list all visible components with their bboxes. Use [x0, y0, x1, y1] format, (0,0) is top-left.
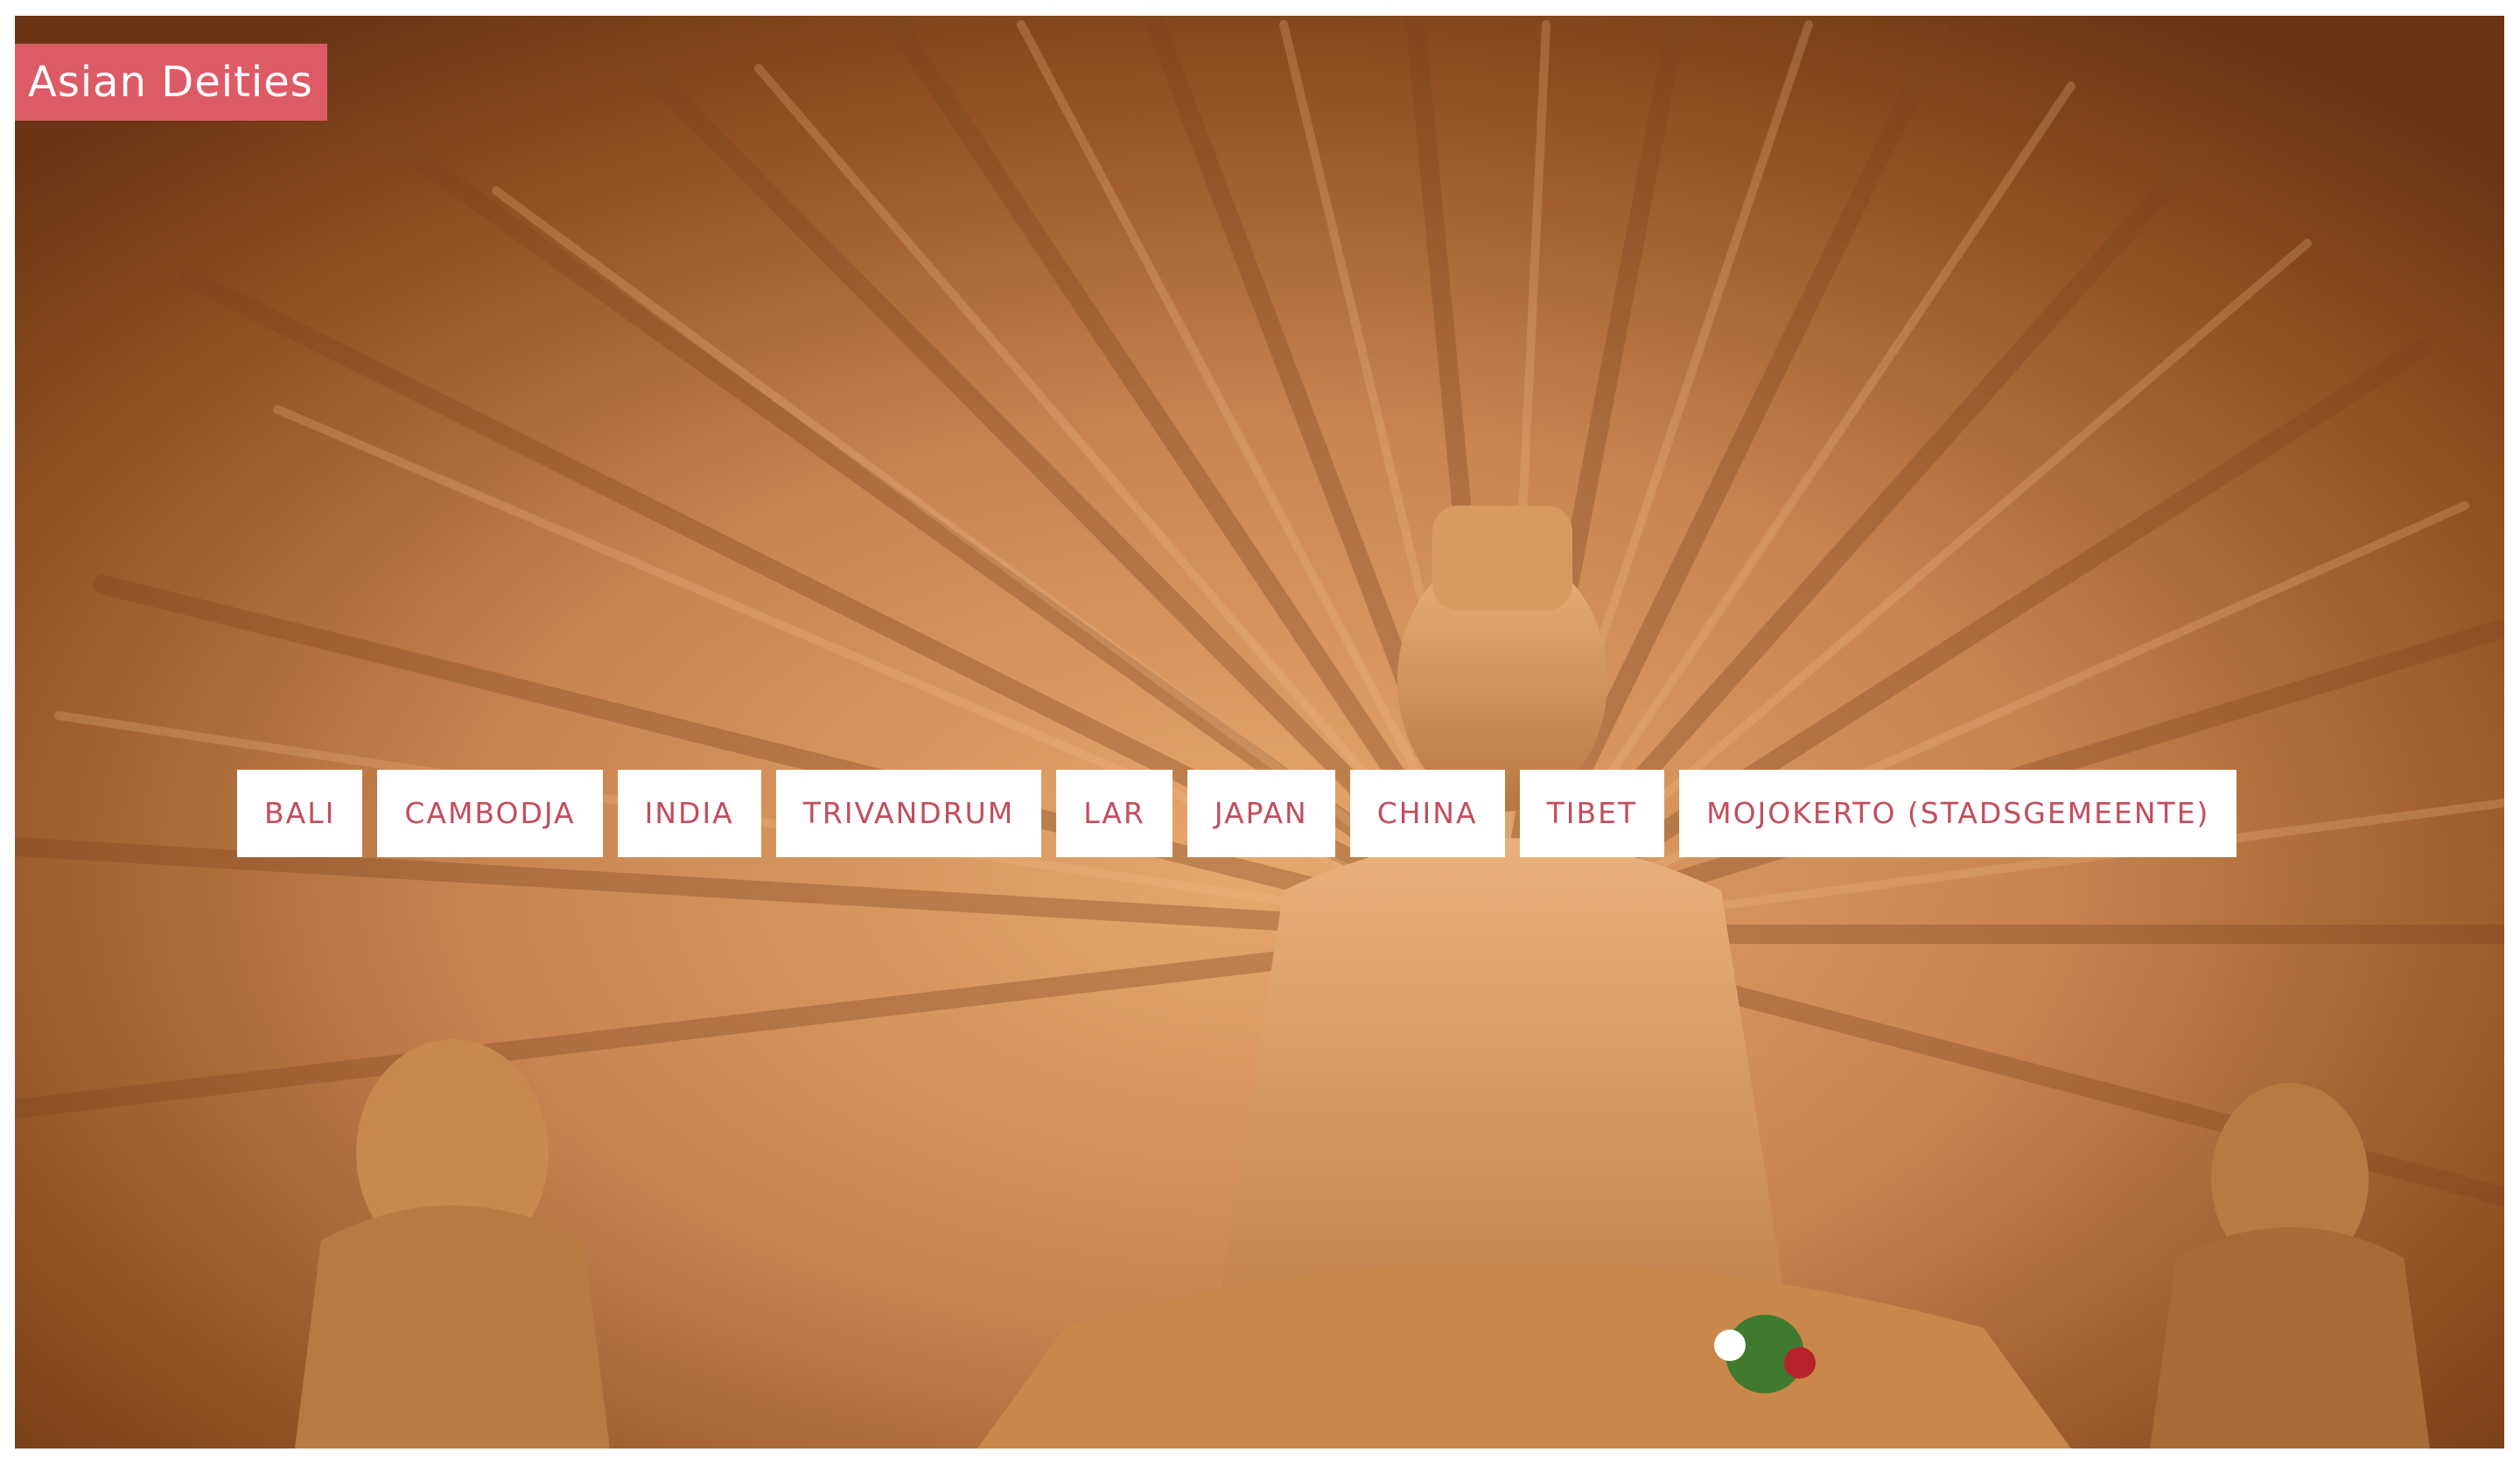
nav-item-cambodja[interactable]: CAMBODJA [377, 770, 603, 857]
nav-item-trivandrum[interactable]: TRIVANDRUM [775, 770, 1042, 857]
nav-item-india[interactable]: INDIA [617, 770, 761, 857]
nav-item-lar[interactable]: LAR [1056, 770, 1172, 857]
nav-item-bali[interactable]: BALI [237, 770, 363, 857]
region-nav: BALI CAMBODJA INDIA TRIVANDRUM LAR JAPAN… [237, 770, 2237, 857]
nav-item-tibet[interactable]: TIBET [1519, 770, 1665, 857]
nav-item-japan[interactable]: JAPAN [1186, 770, 1335, 857]
hero-section: Asian Deities BALI CAMBODJA INDIA TRIVAN… [15, 16, 2504, 1449]
nav-item-mojokerto[interactable]: MOJOKERTO (STADSGEMEENTE) [1679, 770, 2237, 857]
nav-item-china[interactable]: CHINA [1349, 770, 1505, 857]
hero-image [15, 16, 2504, 1449]
site-title[interactable]: Asian Deities [15, 44, 327, 121]
